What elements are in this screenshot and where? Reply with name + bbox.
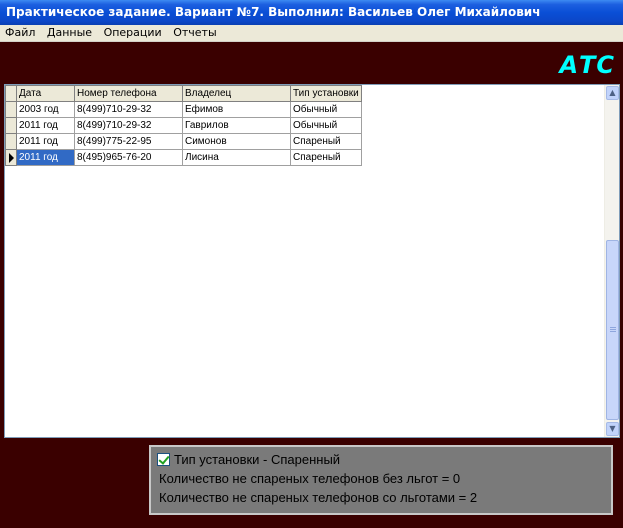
cell-date-selected[interactable]: 2011 год [16,149,75,166]
cell-phone[interactable]: 8(499)775-22-95 [74,133,183,150]
menu-reports[interactable]: Отчеты [170,25,219,41]
cell-type[interactable]: Спареный [290,133,362,150]
table-row[interactable]: 2011 год 8(499)775-22-95 Симонов Спарены… [5,133,362,150]
cell-owner[interactable]: Симонов [182,133,291,150]
vertical-scrollbar[interactable]: ▲ ▼ [604,85,619,437]
cell-phone[interactable]: 8(495)965-76-20 [74,149,183,166]
count-with-benefits: Количество не спареных телефонов со льго… [159,490,478,505]
row-indicator[interactable] [5,101,17,118]
installation-type-checkbox[interactable] [157,453,170,466]
table-row[interactable]: 2011 год 8(499)710-29-32 Гаврилов Обычны… [5,117,362,134]
table-header-row: Дата Номер телефона Владелец Тип установ… [5,85,362,102]
scroll-up-button[interactable]: ▲ [606,86,619,100]
cell-type[interactable]: Обычный [290,101,362,118]
row-indicator[interactable] [5,133,17,150]
scroll-grip-icon [610,327,616,333]
current-row-indicator[interactable] [5,149,17,166]
cell-type[interactable]: Спареный [290,149,362,166]
scroll-thumb[interactable] [606,240,619,420]
data-table: Дата Номер телефона Владелец Тип установ… [5,85,362,166]
installation-type-checkbox-row[interactable]: Тип установки - Спаренный [157,452,340,468]
header-panel: АТС [0,42,623,84]
checkbox-label: Тип установки - Спаренный [174,452,341,467]
data-grid[interactable]: Дата Номер телефона Владелец Тип установ… [4,84,620,438]
row-indicator-header [5,85,17,102]
cell-owner[interactable]: Гаврилов [182,117,291,134]
table-row[interactable]: 2003 год 8(499)710-29-32 Ефимов Обычный [5,101,362,118]
menu-data[interactable]: Данные [44,25,95,41]
menu-bar: Файл Данные Операции Отчеты [0,25,623,42]
cell-date[interactable]: 2003 год [16,101,75,118]
row-indicator[interactable] [5,117,17,134]
menu-operations[interactable]: Операции [101,25,165,41]
menu-file[interactable]: Файл [2,25,38,41]
main-window: Практическое задание. Вариант №7. Выполн… [0,0,623,528]
cell-phone[interactable]: 8(499)710-29-32 [74,117,183,134]
table-row-current[interactable]: 2011 год 8(495)965-76-20 Лисина Спареный [5,149,362,166]
cell-date[interactable]: 2011 год [16,133,75,150]
cell-phone[interactable]: 8(499)710-29-32 [74,101,183,118]
cell-owner[interactable]: Ефимов [182,101,291,118]
cell-date[interactable]: 2011 год [16,117,75,134]
column-header-date[interactable]: Дата [16,85,75,102]
column-header-owner[interactable]: Владелец [182,85,291,102]
current-row-arrow-icon [9,152,14,163]
scroll-down-button[interactable]: ▼ [606,422,619,436]
info-panel: Тип установки - Спаренный Количество не … [149,445,613,515]
cell-type[interactable]: Обычный [290,117,362,134]
column-header-phone[interactable]: Номер телефона [74,85,183,102]
window-title: Практическое задание. Вариант №7. Выполн… [0,0,623,25]
cell-owner[interactable]: Лисина [182,149,291,166]
column-header-type[interactable]: Тип установки [290,85,362,102]
count-without-benefits: Количество не спареных телефонов без льг… [159,471,461,486]
ats-logo: АТС [559,51,615,79]
